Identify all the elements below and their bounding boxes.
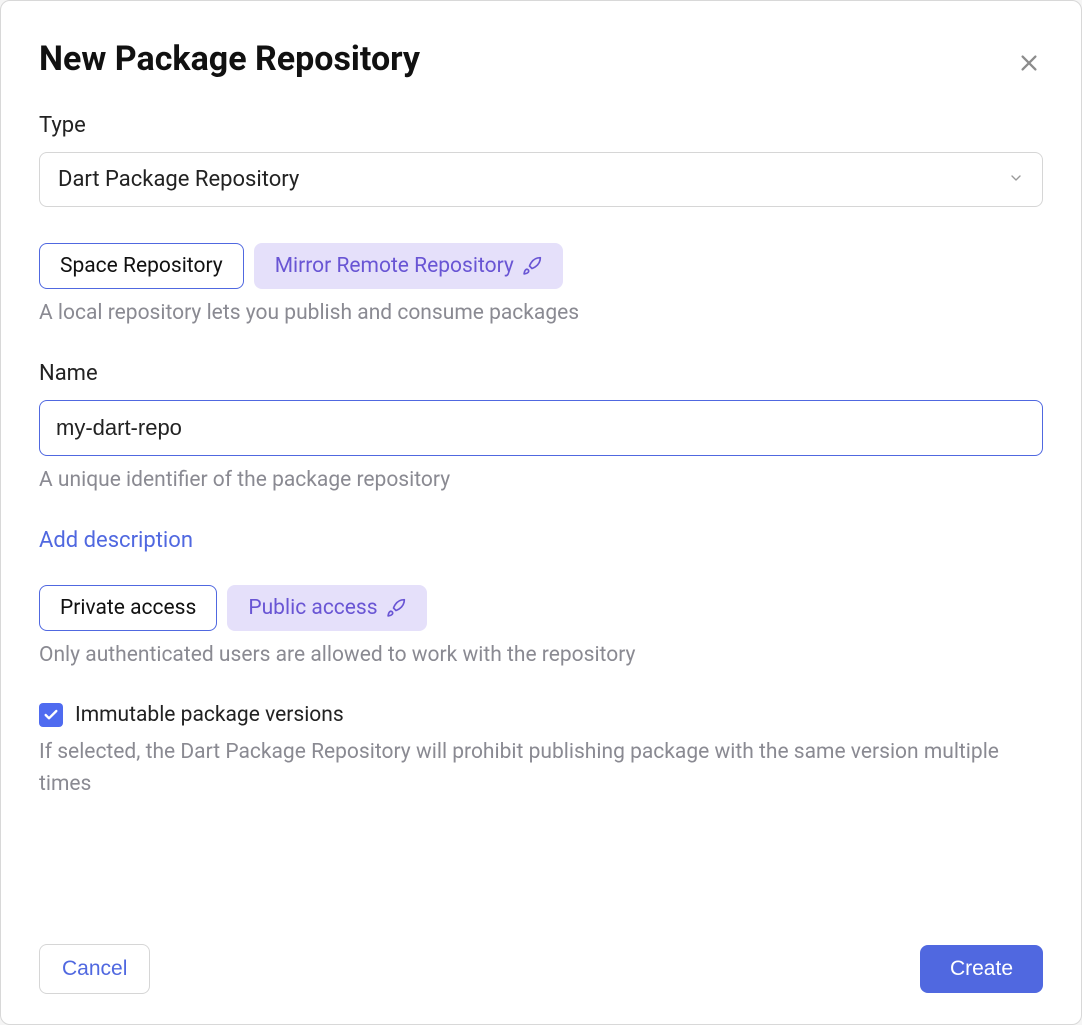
private-access-tab[interactable]: Private access xyxy=(39,585,217,631)
close-icon xyxy=(1018,52,1040,74)
modal-title: New Package Repository xyxy=(39,39,1043,79)
private-access-label: Private access xyxy=(60,596,196,620)
close-button[interactable] xyxy=(1015,49,1043,77)
repo-mode-helper: A local repository lets you publish and … xyxy=(39,301,1043,325)
mirror-repository-label: Mirror Remote Repository xyxy=(275,254,514,278)
type-select[interactable]: Dart Package Repository xyxy=(39,152,1043,207)
rocket-icon xyxy=(386,598,406,618)
public-access-label: Public access xyxy=(248,596,377,620)
type-label: Type xyxy=(39,113,1043,138)
immutable-label: Immutable package versions xyxy=(75,703,344,727)
immutable-checkbox[interactable] xyxy=(39,703,63,727)
immutable-helper: If selected, the Dart Package Repository… xyxy=(39,737,1043,800)
mirror-repository-tab[interactable]: Mirror Remote Repository xyxy=(254,243,563,289)
public-access-tab[interactable]: Public access xyxy=(227,585,426,631)
check-icon xyxy=(43,707,59,723)
name-input[interactable] xyxy=(39,400,1043,456)
cancel-button[interactable]: Cancel xyxy=(39,944,150,994)
create-button[interactable]: Create xyxy=(920,945,1043,993)
chevron-down-icon xyxy=(1008,167,1024,192)
name-label: Name xyxy=(39,361,1043,386)
access-segmented: Private access Public access xyxy=(39,585,1043,631)
type-selected-value: Dart Package Repository xyxy=(58,167,299,192)
new-package-repo-modal: New Package Repository Type Dart Package… xyxy=(0,0,1082,1025)
space-repository-tab[interactable]: Space Repository xyxy=(39,243,244,289)
space-repository-label: Space Repository xyxy=(60,254,223,278)
name-helper: A unique identifier of the package repos… xyxy=(39,468,1043,492)
rocket-icon xyxy=(522,256,542,276)
add-description-link[interactable]: Add description xyxy=(39,528,1043,553)
repo-mode-segmented: Space Repository Mirror Remote Repositor… xyxy=(39,243,1043,289)
modal-footer: Cancel Create xyxy=(39,894,1043,994)
access-helper: Only authenticated users are allowed to … xyxy=(39,643,1043,667)
